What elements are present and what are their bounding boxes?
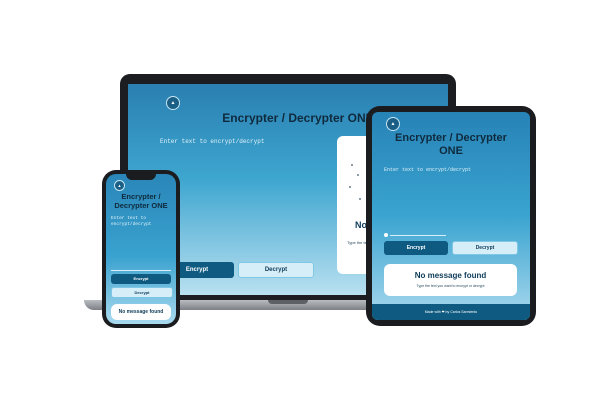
decrypt-button[interactable]: Decrypt xyxy=(452,241,518,255)
footer: Made with ❤ by Carlos Sarmiento xyxy=(372,304,530,320)
result-card: No message found xyxy=(111,304,171,320)
info-line xyxy=(111,270,171,271)
message-input[interactable]: Enter text to encrypt/decrypt xyxy=(160,138,264,145)
result-card: No message found Type the text you want … xyxy=(384,264,517,296)
encrypt-button[interactable]: Encrypt xyxy=(384,241,448,255)
page-title-line1: Encrypter / Decrypter xyxy=(395,132,507,144)
empty-hint: Type the text you want to encrypt or dec… xyxy=(416,284,485,288)
tablet-screen: ▲ Encrypter / Decrypter ONE Enter text t… xyxy=(372,112,530,320)
laptop-notch xyxy=(268,300,308,304)
empty-title: No message found xyxy=(118,309,164,315)
decrypt-button[interactable]: Decrypt xyxy=(238,262,314,278)
message-input-line2[interactable]: encrypt/decrypt xyxy=(111,222,152,227)
phone-screen: ▲ Encrypter / Decrypter ONE Enter text t… xyxy=(106,174,176,324)
decrypt-button[interactable]: Decrypt xyxy=(111,287,173,298)
info-line xyxy=(390,235,446,236)
page-title-line2: Decrypter ONE xyxy=(114,201,168,210)
encrypt-button[interactable]: Encrypt xyxy=(111,274,171,284)
phone-notch xyxy=(126,174,156,180)
page-title-line1: Encrypter / xyxy=(121,192,161,201)
empty-title: No message found xyxy=(414,271,487,280)
footer-text: Made with ❤ by Carlos Sarmiento xyxy=(424,310,478,314)
shield-logo-icon: ▲ xyxy=(114,180,125,191)
message-input[interactable]: Enter text to encrypt/decrypt xyxy=(384,167,471,173)
empty-hint: Type the te xyxy=(347,240,367,245)
shield-logo-icon: ▲ xyxy=(166,96,180,110)
page-title-line2: ONE xyxy=(439,145,463,157)
info-icon xyxy=(384,233,388,237)
shield-logo-icon: ▲ xyxy=(386,117,400,131)
message-input-line1[interactable]: Enter text to xyxy=(111,216,146,221)
empty-illustration xyxy=(347,160,365,210)
